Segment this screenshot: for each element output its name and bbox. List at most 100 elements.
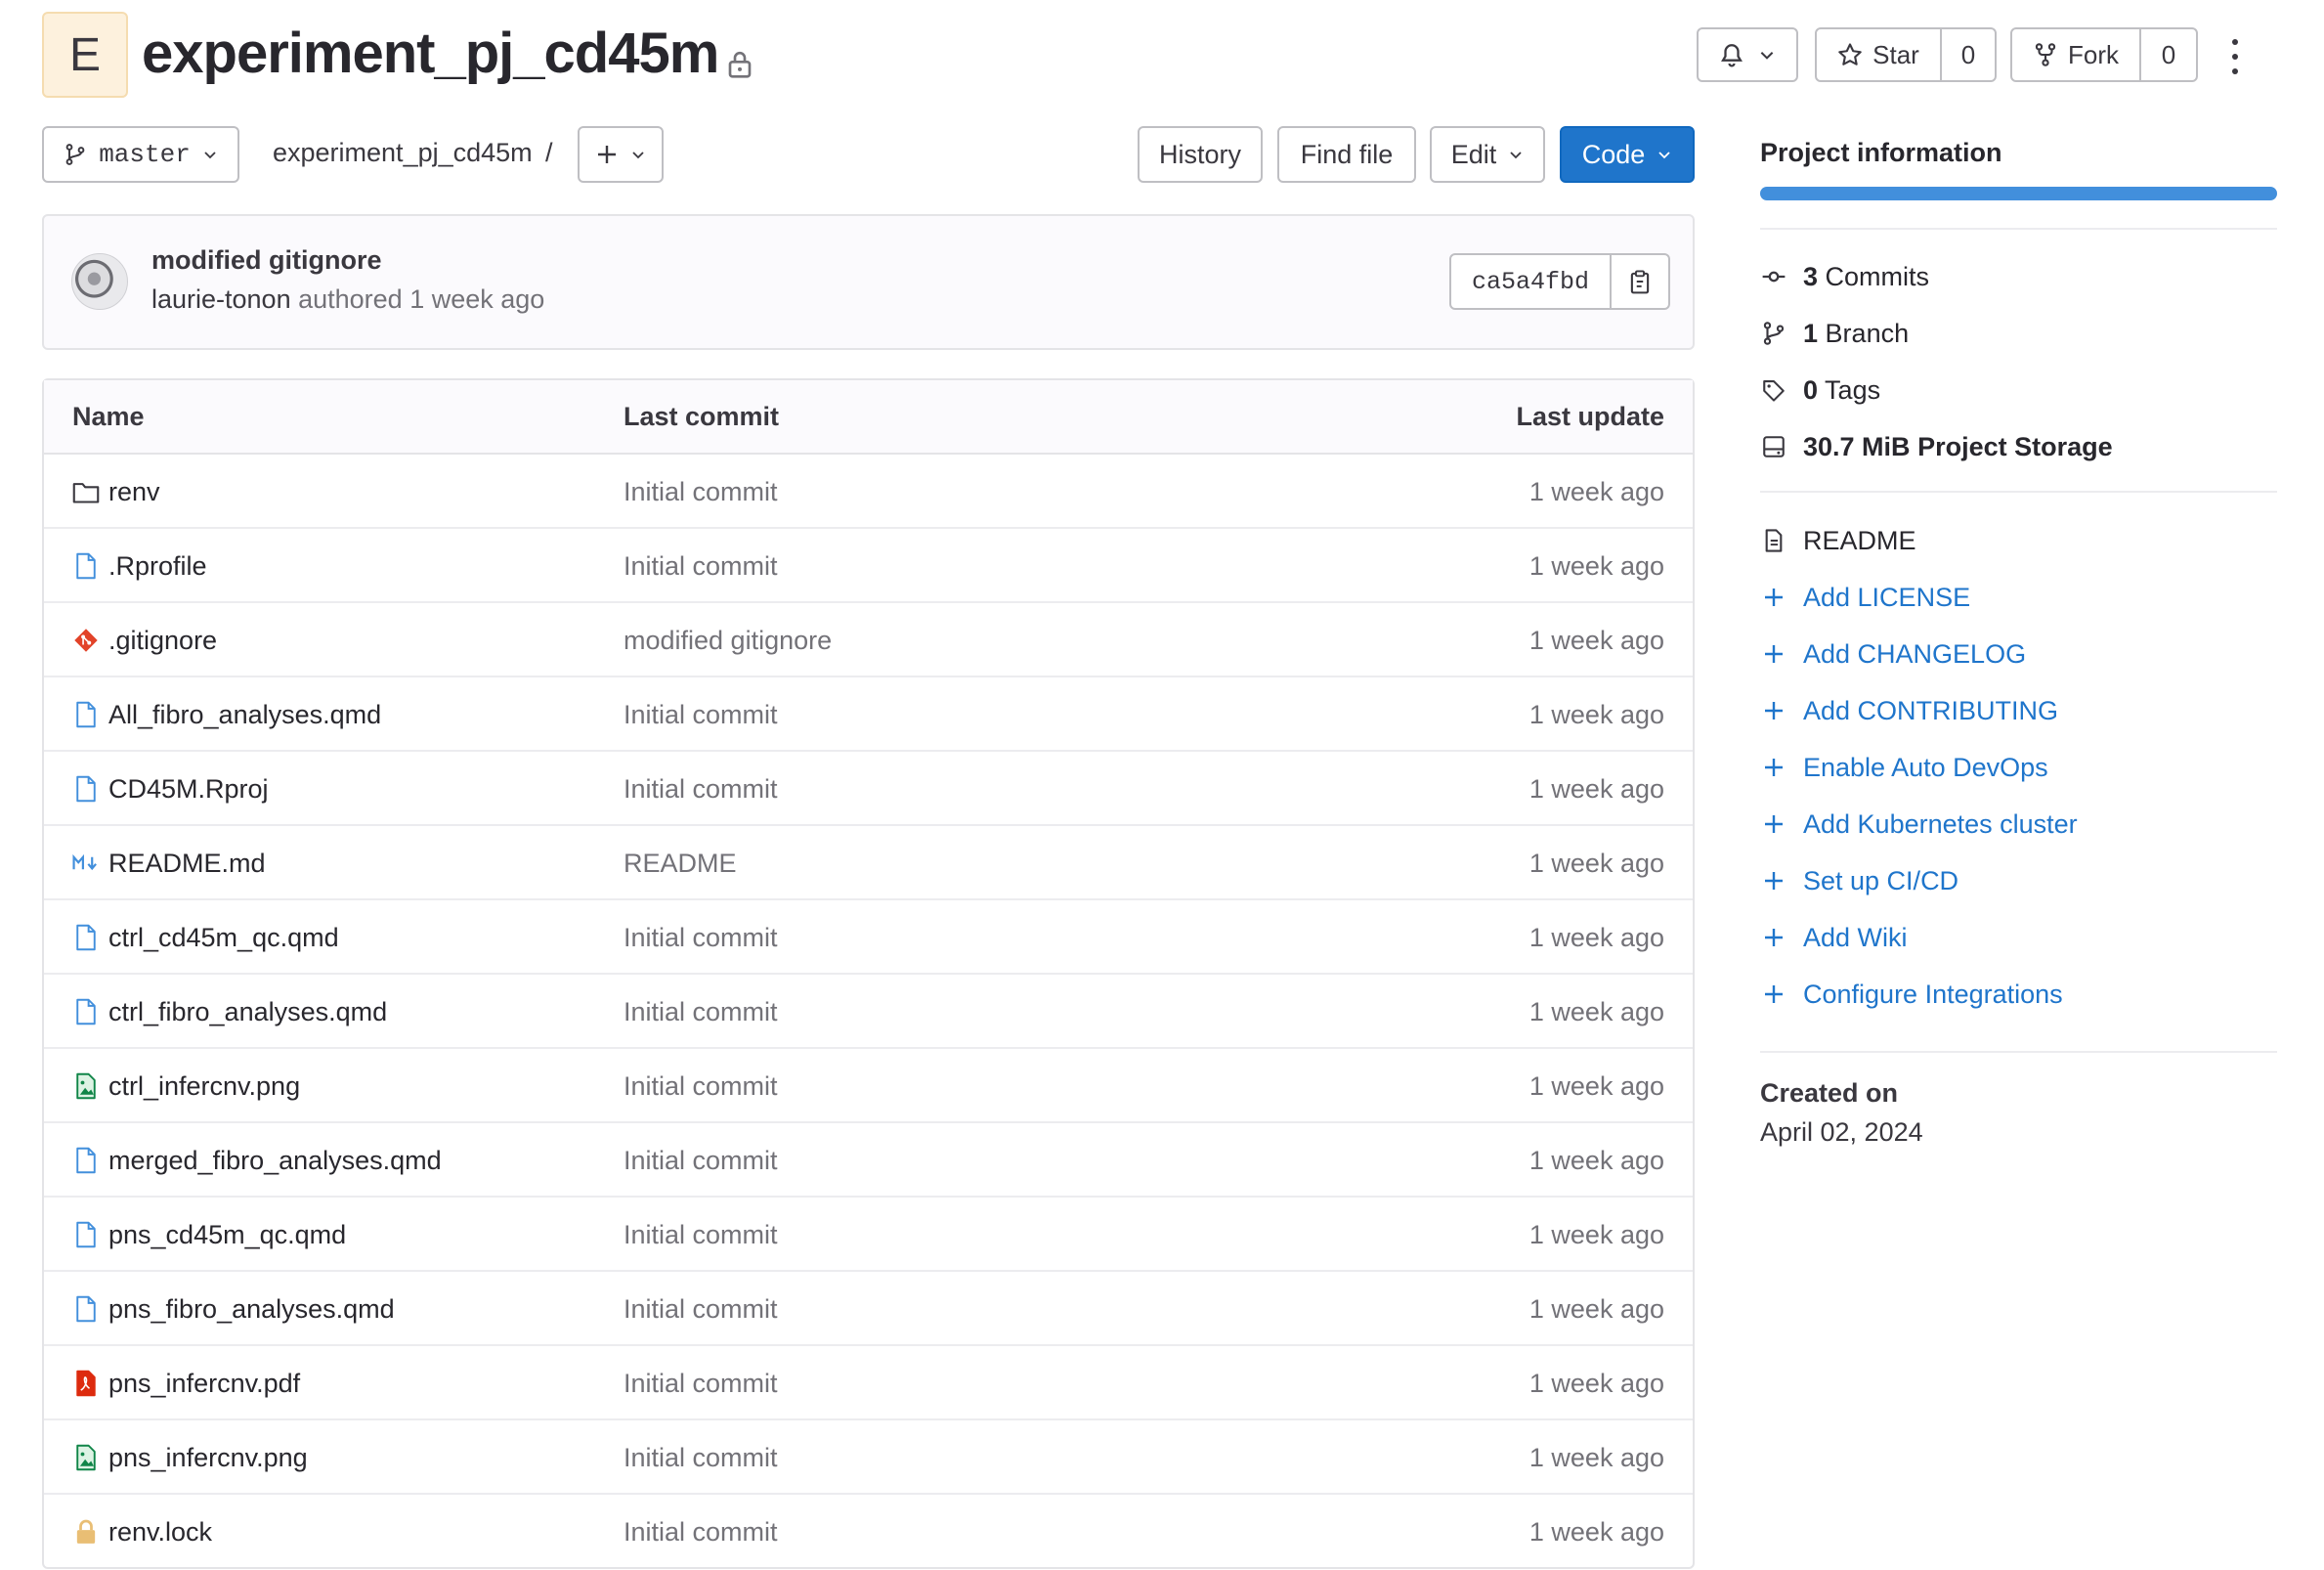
file-commit-link[interactable]: Initial commit <box>624 997 778 1027</box>
file-commit-link[interactable]: Initial commit <box>624 551 778 582</box>
file-tree-table: Name Last commit Last update renv Initial… <box>42 378 1695 1569</box>
table-row[interactable]: CD45M.Rproj Initial commit 1 week ago <box>44 752 1693 826</box>
sidebar-link-label: Add CHANGELOG <box>1803 638 2027 669</box>
commit-icon <box>1762 271 1786 283</box>
history-button[interactable]: History <box>1138 126 1263 183</box>
table-row[interactable]: pns_cd45m_qc.qmd Initial commit 1 week ago <box>44 1198 1693 1272</box>
column-last-commit: Last commit <box>624 402 780 431</box>
more-actions-icon[interactable] <box>2223 39 2247 74</box>
sidebar-link[interactable]: Configure Integrations <box>1760 977 2063 1012</box>
table-row[interactable]: ctrl_infercnv.png Initial commit 1 week ag… <box>44 1049 1693 1123</box>
file-name-link[interactable]: renv.lock <box>108 1517 212 1548</box>
file-commit-link[interactable]: Initial commit <box>624 1071 778 1102</box>
branch-selector[interactable]: master <box>42 126 239 183</box>
file-name-link[interactable]: pns_infercnv.png <box>108 1443 308 1473</box>
file-name-link[interactable]: .gitignore <box>108 626 217 656</box>
file-commit-link[interactable]: Initial commit <box>624 774 778 805</box>
file-icon <box>72 774 100 804</box>
fork-count[interactable]: 0 <box>2139 29 2196 80</box>
sidebar-link[interactable]: Add Wiki <box>1760 920 1908 955</box>
file-name-link[interactable]: README.md <box>108 849 266 879</box>
readme-label: README <box>1803 525 1916 555</box>
file-name-link[interactable]: CD45M.Rproj <box>108 774 269 805</box>
author-avatar[interactable] <box>71 253 128 310</box>
table-row[interactable]: renv Initial commit 1 week ago <box>44 455 1693 529</box>
sidebar-link[interactable]: Add CONTRIBUTING <box>1760 693 2058 728</box>
image-file-icon <box>72 1443 100 1472</box>
sidebar-link-label: Add CONTRIBUTING <box>1803 695 2059 725</box>
commit-sha[interactable]: ca5a4fbd <box>1451 255 1612 308</box>
fork-button[interactable]: Fork 0 <box>2010 27 2198 82</box>
commit-author[interactable]: laurie-tonon <box>151 284 291 314</box>
table-row[interactable]: README.md README 1 week ago <box>44 826 1693 900</box>
sidebar-link[interactable]: Add CHANGELOG <box>1760 636 2026 672</box>
commits-stat[interactable]: 3 Commits <box>1760 259 1929 294</box>
readme-link[interactable]: README <box>1760 523 1916 558</box>
plus-icon <box>1760 584 1787 611</box>
file-name-link[interactable]: .Rprofile <box>108 551 207 582</box>
add-to-tree-button[interactable] <box>578 126 664 183</box>
edit-button[interactable]: Edit <box>1430 126 1545 183</box>
fork-toggle[interactable]: Fork <box>2012 29 2139 80</box>
table-row[interactable]: renv.lock Initial commit 1 week ago <box>44 1495 1693 1569</box>
file-name-link[interactable]: pns_cd45m_qc.qmd <box>108 1220 346 1250</box>
sidebar-divider <box>1760 1051 2277 1053</box>
table-row[interactable]: ctrl_cd45m_qc.qmd Initial commit 1 week ag… <box>44 900 1693 975</box>
commit-title[interactable]: modified gitignore <box>151 245 382 276</box>
file-commit-link[interactable]: Initial commit <box>624 1220 778 1250</box>
file-name-link[interactable]: All_fibro_analyses.qmd <box>108 700 381 730</box>
sidebar-link[interactable]: Set up CI/CD <box>1760 863 1958 898</box>
table-row[interactable]: merged_fibro_analyses.qmd Initial commit 1… <box>44 1123 1693 1198</box>
notifications-button[interactable] <box>1697 27 1798 82</box>
table-row[interactable]: pns_fibro_analyses.qmd Initial commit 1 we… <box>44 1272 1693 1346</box>
star-label: Star <box>1872 39 1919 69</box>
file-commit-link[interactable]: Initial commit <box>624 1443 778 1473</box>
table-row[interactable]: ctrl_fibro_analyses.qmd Initial commit 1 w… <box>44 975 1693 1049</box>
storage-icon <box>1763 436 1785 458</box>
code-label: Code <box>1581 139 1646 169</box>
sidebar-link[interactable]: Add LICENSE <box>1760 580 1970 615</box>
file-updated: 1 week ago <box>1528 774 1664 804</box>
star-count[interactable]: 0 <box>1940 29 1995 80</box>
file-commit-link[interactable]: Initial commit <box>624 1369 778 1399</box>
table-row[interactable]: .gitignore modified gitignore 1 week ago <box>44 603 1693 677</box>
file-icon <box>72 923 100 952</box>
file-commit-link[interactable]: README <box>624 849 737 879</box>
column-name: Name <box>72 402 145 431</box>
file-name-link[interactable]: merged_fibro_analyses.qmd <box>108 1146 442 1176</box>
file-name-link[interactable]: pns_fibro_analyses.qmd <box>108 1294 395 1325</box>
storage-stat[interactable]: 30.7 MiB Project Storage <box>1760 429 2113 464</box>
tags-count: 0 <box>1803 374 1819 405</box>
breadcrumb-project[interactable]: experiment_pj_cd45m <box>273 138 533 168</box>
sidebar-link-label: Add Wiki <box>1803 922 1908 952</box>
find-file-button[interactable]: Find file <box>1277 126 1416 183</box>
branches-stat[interactable]: 1 Branch <box>1760 316 1909 351</box>
sidebar-link[interactable]: Enable Auto DevOps <box>1760 750 2048 785</box>
table-row[interactable]: All_fibro_analyses.qmd Initial commit 1 we… <box>44 677 1693 752</box>
file-updated: 1 week ago <box>1528 849 1664 878</box>
file-name-link[interactable]: ctrl_fibro_analyses.qmd <box>108 997 387 1027</box>
file-name-link[interactable]: ctrl_infercnv.png <box>108 1071 300 1102</box>
file-commit-link[interactable]: Initial commit <box>624 1146 778 1176</box>
code-button[interactable]: Code <box>1560 126 1695 183</box>
file-commit-link[interactable]: Initial commit <box>624 700 778 730</box>
sidebar-link[interactable]: Add Kubernetes cluster <box>1760 807 2078 842</box>
file-commit-link[interactable]: Initial commit <box>624 477 778 507</box>
copy-sha-button[interactable] <box>1612 255 1668 308</box>
star-toggle[interactable]: Star <box>1817 29 1940 80</box>
table-row[interactable]: .Rprofile Initial commit 1 week ago <box>44 529 1693 603</box>
project-avatar[interactable]: E <box>42 12 128 98</box>
table-row[interactable]: pns_infercnv.png Initial commit 1 week ago <box>44 1420 1693 1495</box>
file-name-link[interactable]: renv <box>108 477 160 507</box>
tags-stat[interactable]: 0 Tags <box>1760 372 1880 408</box>
file-commit-link[interactable]: Initial commit <box>624 923 778 953</box>
project-title: experiment_pj_cd45m <box>142 22 719 85</box>
file-commit-link[interactable]: Initial commit <box>624 1294 778 1325</box>
file-name-link[interactable]: pns_infercnv.pdf <box>108 1369 300 1399</box>
table-row[interactable]: pns_infercnv.pdf Initial commit 1 week ago <box>44 1346 1693 1420</box>
file-name-link[interactable]: ctrl_cd45m_qc.qmd <box>108 923 339 953</box>
file-commit-link[interactable]: Initial commit <box>624 1517 778 1548</box>
file-commit-link[interactable]: modified gitignore <box>624 626 832 656</box>
project-information-title: Project information <box>1760 138 2002 167</box>
star-button[interactable]: Star 0 <box>1815 27 1997 82</box>
